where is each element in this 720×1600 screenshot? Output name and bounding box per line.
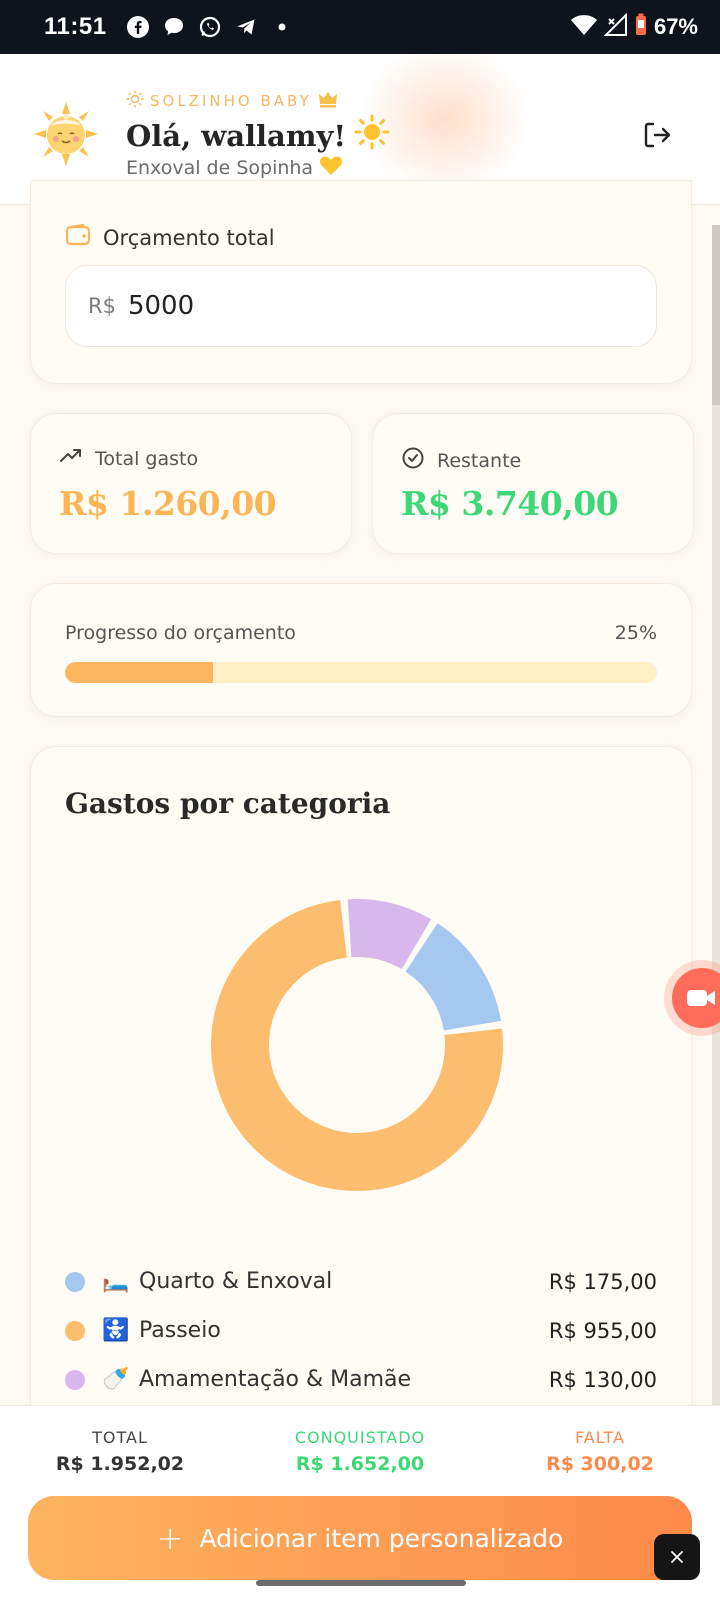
legend-item: 🚼 Passeio R$ 955,00 bbox=[65, 1306, 657, 1355]
missing-column: FALTA R$ 300,02 bbox=[480, 1428, 720, 1496]
budget-label: Orçamento total bbox=[103, 225, 275, 250]
check-circle-icon bbox=[401, 446, 425, 475]
video-camera-icon bbox=[687, 990, 715, 1006]
close-icon bbox=[671, 1551, 683, 1563]
notification-icons bbox=[125, 14, 295, 40]
budget-input[interactable]: R$ 5000 bbox=[65, 265, 657, 347]
dot-icon bbox=[269, 14, 295, 40]
summary-footer: TOTAL R$ 1.952,02 CONQUISTADO R$ 1.652,0… bbox=[0, 1405, 720, 1600]
achieved-column: CONQUISTADO R$ 1.652,00 bbox=[240, 1428, 480, 1496]
donut-slice-quarto-enxoval[interactable] bbox=[405, 923, 501, 1031]
budget-value[interactable]: 5000 bbox=[128, 291, 194, 321]
brand-row: SOLZINHO BABY bbox=[126, 90, 338, 112]
legend-value: R$ 130,00 bbox=[548, 1367, 657, 1392]
total-spent-card: Total gasto R$ 1.260,00 bbox=[30, 413, 352, 554]
subtitle-text: Enxoval de Sopinha bbox=[126, 156, 314, 179]
total-spent-label-row: Total gasto bbox=[59, 446, 198, 471]
legend-name: Amamentação & Mamãe bbox=[139, 1367, 412, 1392]
legend-value: R$ 955,00 bbox=[548, 1318, 657, 1343]
sun-emoji-icon bbox=[354, 114, 390, 157]
progress-percent: 25% bbox=[614, 622, 657, 644]
plus-icon: + bbox=[156, 1519, 184, 1557]
budget-card: Orçamento total R$ 5000 bbox=[30, 180, 692, 384]
home-indicator[interactable] bbox=[256, 1580, 466, 1586]
battery-icon bbox=[634, 13, 648, 41]
total-spent-label: Total gasto bbox=[95, 447, 199, 470]
baby-bottle-icon: 🍼 bbox=[102, 1367, 130, 1392]
status-time: 11:51 bbox=[44, 13, 107, 40]
bed-icon: 🛏️ bbox=[102, 1269, 130, 1294]
legend-item: 🛏️ Quarto & Enxoval R$ 175,00 bbox=[65, 1257, 657, 1306]
budget-label-row: Orçamento total bbox=[65, 223, 275, 252]
achieved-value: R$ 1.652,00 bbox=[295, 1453, 425, 1475]
total-value: R$ 1.952,02 bbox=[55, 1453, 185, 1475]
legend-dot bbox=[65, 1369, 85, 1390]
wallet-icon bbox=[65, 223, 91, 252]
progress-label: Progresso do orçamento bbox=[65, 622, 296, 644]
legend-name: Passeio bbox=[139, 1318, 221, 1343]
missing-label: FALTA bbox=[575, 1428, 625, 1447]
telegram-icon bbox=[233, 14, 259, 40]
sun-mascot-logo bbox=[34, 102, 98, 166]
missing-value: R$ 300,02 bbox=[546, 1453, 654, 1475]
signal-icon bbox=[603, 12, 628, 41]
add-custom-item-label: Adicionar item personalizado bbox=[199, 1523, 564, 1553]
baby-symbol-icon: 🚼 bbox=[102, 1318, 130, 1343]
total-column: TOTAL R$ 1.952,02 bbox=[0, 1428, 240, 1496]
legend-dot bbox=[65, 1320, 85, 1341]
yellow-heart-icon bbox=[319, 154, 343, 181]
small-sun-icon bbox=[126, 90, 144, 112]
category-donut-chart bbox=[211, 899, 504, 1191]
category-title: Gastos por categoria bbox=[65, 787, 391, 820]
wifi-icon bbox=[570, 13, 598, 41]
total-label: TOTAL bbox=[92, 1428, 148, 1447]
status-bar: 11:51 67% bbox=[0, 0, 720, 54]
close-button[interactable] bbox=[654, 1534, 700, 1580]
subtitle: Enxoval de Sopinha bbox=[126, 154, 343, 181]
battery-percent: 67% bbox=[653, 14, 698, 39]
totals-row: TOTAL R$ 1.952,02 CONQUISTADO R$ 1.652,0… bbox=[0, 1406, 720, 1496]
whatsapp-icon bbox=[197, 14, 223, 40]
budget-progress-card: Progresso do orçamento 25% bbox=[30, 583, 692, 717]
total-spent-value: R$ 1.260,00 bbox=[59, 484, 277, 523]
trending-up-icon bbox=[59, 446, 83, 471]
achieved-label: CONQUISTADO bbox=[294, 1428, 426, 1447]
logout-button[interactable] bbox=[640, 118, 674, 152]
progress-track bbox=[65, 662, 657, 683]
legend-item: 🍼 Amamentação & Mamãe R$ 130,00 bbox=[65, 1355, 657, 1404]
crown-icon bbox=[318, 90, 338, 112]
brand-name: SOLZINHO BABY bbox=[150, 92, 312, 110]
greeting: Olá, wallamy! bbox=[126, 114, 390, 157]
scrollbar-thumb[interactable] bbox=[712, 225, 720, 405]
legend-dot bbox=[65, 1271, 85, 1292]
legend-value: R$ 175,00 bbox=[548, 1269, 657, 1294]
legend-name: Quarto & Enxoval bbox=[139, 1269, 333, 1294]
category-legend: 🛏️ Quarto & Enxoval R$ 175,00 🚼 Passeio … bbox=[65, 1257, 657, 1404]
currency-prefix: R$ bbox=[88, 294, 116, 318]
add-custom-item-button[interactable]: + Adicionar item personalizado bbox=[28, 1496, 692, 1580]
category-card: Gastos por categoria 🛏️ Quarto & Enxoval… bbox=[30, 746, 692, 1506]
remaining-value: R$ 3.740,00 bbox=[401, 484, 619, 523]
facebook-icon bbox=[125, 14, 151, 40]
remaining-label: Restante bbox=[437, 449, 522, 472]
remaining-label-row: Restante bbox=[401, 446, 521, 475]
logout-icon bbox=[644, 122, 671, 148]
greeting-text: Olá, wallamy! bbox=[126, 118, 347, 153]
progress-fill bbox=[65, 662, 213, 683]
chat-bubble-icon bbox=[161, 14, 187, 40]
remaining-card: Restante R$ 3.740,00 bbox=[372, 413, 694, 554]
